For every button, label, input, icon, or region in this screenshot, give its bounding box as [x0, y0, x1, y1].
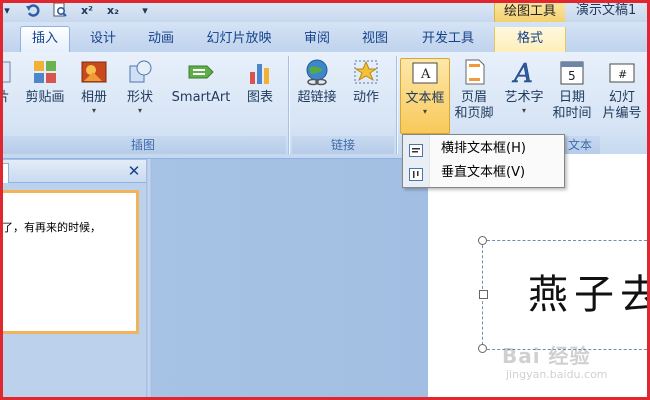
action-button[interactable]: 动作 [346, 58, 386, 106]
group-separator [396, 56, 397, 154]
slide-number-button[interactable]: # 幻灯 片编号 [598, 58, 646, 122]
textbox-button[interactable]: A 文本框 ▾ [400, 58, 450, 134]
resize-handle[interactable] [478, 344, 487, 353]
tab-design[interactable]: 设计 [80, 27, 126, 52]
undo-icon[interactable] [24, 2, 42, 20]
slide-number-label-line1: 幻灯 [608, 90, 635, 105]
picture-button[interactable]: 片 [0, 58, 12, 106]
text-group-label: 文本 [560, 136, 600, 154]
picture-label: 片 [0, 90, 10, 105]
thumbnail-text: 了，有再来的时候， [2, 221, 101, 234]
clipart-button[interactable]: 剪贴画 [20, 58, 70, 106]
photo-album-caret-icon: ▾ [91, 106, 96, 115]
chart-button[interactable]: 图表 [240, 58, 280, 106]
vertical-textbox-icon [409, 166, 423, 181]
group-separator [288, 56, 289, 154]
resize-handle[interactable] [479, 290, 488, 299]
shapes-caret-icon: ▾ [137, 106, 142, 115]
slides-pane-tab[interactable] [0, 163, 9, 184]
calendar-icon: 5 [558, 58, 586, 86]
tab-slideshow[interactable]: 幻灯片放映 [194, 27, 284, 52]
horizontal-textbox-icon [409, 142, 423, 157]
ribbon-tabs: 插入 设计 动画 幻灯片放映 审阅 视图 开发工具 格式 [0, 22, 650, 53]
wordart-label: 艺术字 [504, 90, 544, 105]
svg-text:A: A [512, 59, 533, 86]
tab-insert[interactable]: 插入 [20, 26, 70, 53]
chart-label: 图表 [246, 90, 273, 105]
picture-icon [0, 58, 12, 86]
shapes-icon [126, 58, 154, 86]
date-time-button[interactable]: 5 日期 和时间 [548, 58, 596, 122]
textbox-icon: A [411, 59, 439, 87]
vertical-textbox-label: 垂直文本框(V) [441, 165, 526, 180]
header-footer-label-line2: 和页脚 [454, 106, 494, 121]
photo-album-button[interactable]: 相册 ▾ [74, 58, 114, 116]
watermark-url: jingyan.baidu.com [506, 368, 608, 381]
close-pane-button[interactable]: ✕ [125, 161, 143, 181]
tab-animation[interactable]: 动画 [138, 27, 184, 52]
svg-text:#: # [618, 68, 627, 81]
shapes-button[interactable]: 形状 ▾ [120, 58, 160, 116]
chart-icon [246, 58, 274, 86]
powerpoint-window: ▾ x² x₂ ▾ 绘图工具 演示文稿1 插入 设计 动画 幻灯片放映 审阅 视… [0, 0, 650, 400]
hyperlink-icon [303, 58, 331, 86]
superscript-button[interactable]: x² [78, 2, 96, 20]
wordart-button[interactable]: A 艺术字 ▾ [500, 58, 548, 116]
pane-splitter[interactable] [146, 159, 152, 400]
tab-format[interactable]: 格式 [494, 27, 566, 52]
slide-number-icon: # [608, 58, 636, 86]
links-group-label: 链接 [292, 136, 394, 154]
svg-text:A: A [420, 67, 431, 82]
tab-view[interactable]: 视图 [352, 27, 398, 52]
date-time-label-line1: 日期 [558, 90, 585, 105]
action-label: 动作 [352, 90, 379, 105]
clipart-icon [31, 58, 59, 86]
svg-text:5: 5 [568, 69, 576, 83]
smartart-icon [187, 58, 215, 86]
smartart-button[interactable]: SmartArt [166, 58, 236, 106]
drawing-tools-context-label: 绘图工具 [494, 0, 565, 24]
date-time-label-line2: 和时间 [552, 106, 592, 121]
subscript-button[interactable]: x₂ [104, 2, 122, 20]
customize-qat-button[interactable]: ▾ [138, 2, 152, 20]
header-footer-button[interactable]: 页眉 和页脚 [450, 58, 498, 122]
print-preview-icon[interactable] [50, 2, 70, 20]
photo-album-icon [80, 58, 108, 86]
wordart-icon: A [510, 58, 538, 90]
photo-album-label: 相册 [80, 90, 107, 105]
clipart-label: 剪贴画 [25, 90, 65, 105]
horizontal-textbox-label: 横排文本框(H) [441, 141, 526, 156]
menu-item-vertical-textbox[interactable]: 垂直文本框(V) [403, 161, 564, 185]
resize-handle[interactable] [478, 236, 487, 245]
header-footer-label-line1: 页眉 [460, 90, 487, 105]
document-title: 演示文稿1 [576, 3, 637, 18]
baidu-watermark: Bai 经验 jingyan.baidu.com [502, 340, 622, 390]
menu-item-horizontal-textbox[interactable]: 横排文本框(H) [403, 137, 564, 161]
wordart-caret-icon: ▾ [521, 106, 526, 115]
tab-review[interactable]: 审阅 [294, 27, 340, 52]
illustrations-group-label: 插图 [0, 136, 286, 154]
hyperlink-button[interactable]: 超链接 [294, 58, 340, 106]
tab-developer[interactable]: 开发工具 [410, 27, 486, 52]
textbox-label: 文本框 [405, 91, 445, 106]
header-footer-icon [460, 58, 488, 86]
shapes-label: 形状 [126, 90, 153, 105]
slide-thumbnail[interactable]: 了，有再来的时候， [0, 190, 139, 334]
textbox-dropdown-menu: 横排文本框(H) 垂直文本框(V) [402, 134, 565, 188]
slide-text[interactable]: 燕子去 [528, 262, 650, 320]
hyperlink-label: 超链接 [297, 90, 337, 105]
smartart-label: SmartArt [171, 90, 231, 105]
action-icon [352, 58, 380, 86]
qat-dropdown-icon[interactable]: ▾ [0, 2, 14, 20]
textbox-caret-icon: ▾ [422, 107, 427, 116]
watermark-logo-text: Bai 经验 [502, 344, 591, 368]
slide-number-label-line2: 片编号 [602, 106, 642, 121]
